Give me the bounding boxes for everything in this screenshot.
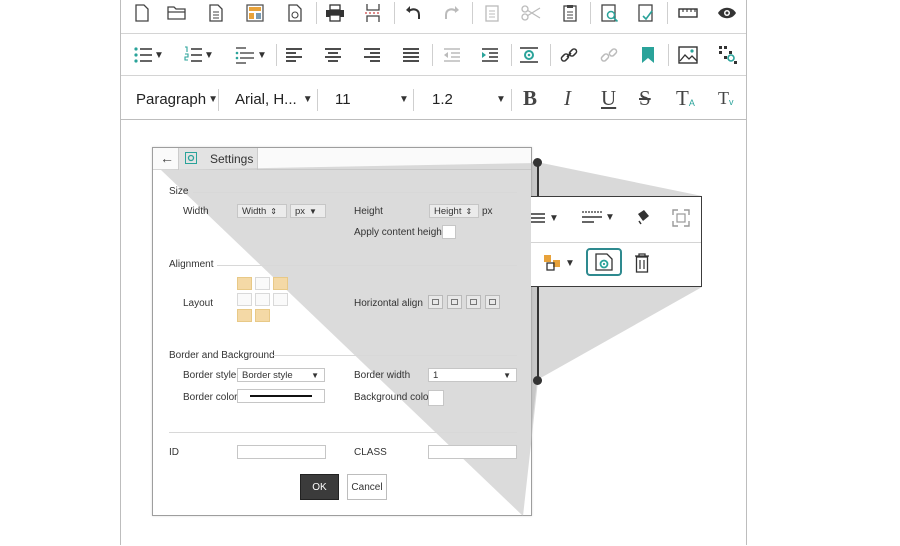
divider: [193, 192, 517, 193]
halign-right-button[interactable]: [466, 295, 481, 309]
chevron-down-icon: ▼: [549, 212, 559, 224]
align-justify-icon: [489, 299, 496, 305]
background-color-label: Background color: [354, 392, 432, 403]
image-settings-icon: [595, 253, 613, 271]
horizontal-align-label: Horizontal align: [354, 298, 423, 309]
color-swatch: [250, 395, 312, 397]
settings-dialog: ← Settings Size Width Width ⇕ px ▼ Height …: [152, 147, 538, 516]
resize-handle[interactable]: [533, 158, 542, 167]
divider: [169, 432, 517, 433]
halign-center-button[interactable]: [447, 295, 462, 309]
divider: [217, 265, 517, 266]
class-label: CLASS: [354, 447, 387, 458]
height-input-value: Height: [434, 205, 462, 217]
background-color-picker[interactable]: [428, 390, 444, 406]
border-section-title: Border and Background: [169, 350, 275, 361]
border-style-label: Border style: [183, 370, 237, 381]
border-width-value: 1: [433, 369, 439, 381]
align-center-icon: [451, 299, 458, 305]
chevron-down-icon: ▼: [565, 257, 575, 269]
height-input[interactable]: Height ⇕: [429, 204, 479, 218]
ok-button[interactable]: OK: [300, 474, 339, 500]
layout-option[interactable]: [237, 309, 252, 322]
layout-option[interactable]: [237, 293, 252, 306]
chevron-down-icon: ▼: [309, 206, 317, 216]
border-color-label: Border color: [183, 392, 238, 403]
border-style-value: Border style: [242, 369, 293, 381]
layout-option[interactable]: [255, 293, 270, 306]
image-settings-button[interactable]: [586, 248, 622, 276]
layout-option[interactable]: [273, 277, 288, 290]
divider: [531, 242, 701, 243]
display-icon: [582, 211, 602, 223]
align-right-icon: [470, 299, 477, 305]
align-icon: [531, 213, 545, 223]
divider: [273, 355, 517, 356]
trash-icon: [635, 253, 649, 273]
apply-content-height-label: Apply content height: [354, 227, 445, 238]
fullscreen-icon: [672, 209, 690, 227]
width-input-value: Width: [242, 205, 267, 217]
alignment-section-title: Alignment: [169, 259, 214, 270]
apply-content-height-checkbox[interactable]: [442, 225, 456, 239]
border-style-select[interactable]: Border style ▼: [237, 368, 325, 382]
spinner-icon: ⇕: [465, 206, 473, 216]
align-left-icon: [432, 299, 439, 305]
height-unit-label: px: [482, 206, 493, 217]
id-input[interactable]: [237, 445, 326, 459]
image-fullsize-button[interactable]: [672, 209, 690, 227]
border-width-label: Border width: [354, 370, 411, 381]
dialog-fan-overlay: [161, 163, 538, 516]
border-color-picker[interactable]: [237, 389, 325, 403]
layout-option[interactable]: [237, 277, 252, 290]
width-unit-select[interactable]: px ▼: [290, 204, 326, 218]
width-unit-value: px: [295, 205, 306, 217]
image-display-dropdown[interactable]: ▼: [581, 210, 615, 224]
width-input[interactable]: Width ⇕: [237, 204, 287, 218]
layout-option[interactable]: [255, 309, 270, 322]
image-toolbar-popup: ▼ ▼ ▼: [531, 196, 702, 287]
resize-handle[interactable]: [533, 376, 542, 385]
halign-left-button[interactable]: [428, 295, 443, 309]
paint-bucket-icon: [638, 210, 649, 225]
chevron-down-icon: ▼: [503, 370, 511, 380]
height-label: Height: [354, 206, 383, 217]
chevron-down-icon: ▼: [311, 370, 319, 380]
cancel-button[interactable]: Cancel: [347, 474, 387, 500]
width-label: Width: [183, 206, 209, 217]
layout-label: Layout: [183, 298, 214, 309]
image-align-dropdown[interactable]: ▼: [531, 211, 559, 225]
layout-option[interactable]: [255, 277, 270, 290]
replace-image-icon: [544, 255, 560, 271]
image-replace-dropdown[interactable]: ▼: [543, 254, 575, 272]
layout-option[interactable]: [273, 293, 288, 306]
class-input[interactable]: [428, 445, 517, 459]
delete-image-button[interactable]: [634, 253, 650, 273]
chevron-down-icon: ▼: [605, 211, 615, 223]
border-width-select[interactable]: 1 ▼: [428, 368, 517, 382]
image-style-button[interactable]: [635, 209, 651, 225]
spinner-icon: ⇕: [270, 206, 277, 216]
halign-justify-button[interactable]: [485, 295, 500, 309]
size-section-title: Size: [169, 186, 189, 197]
id-label: ID: [169, 447, 179, 458]
